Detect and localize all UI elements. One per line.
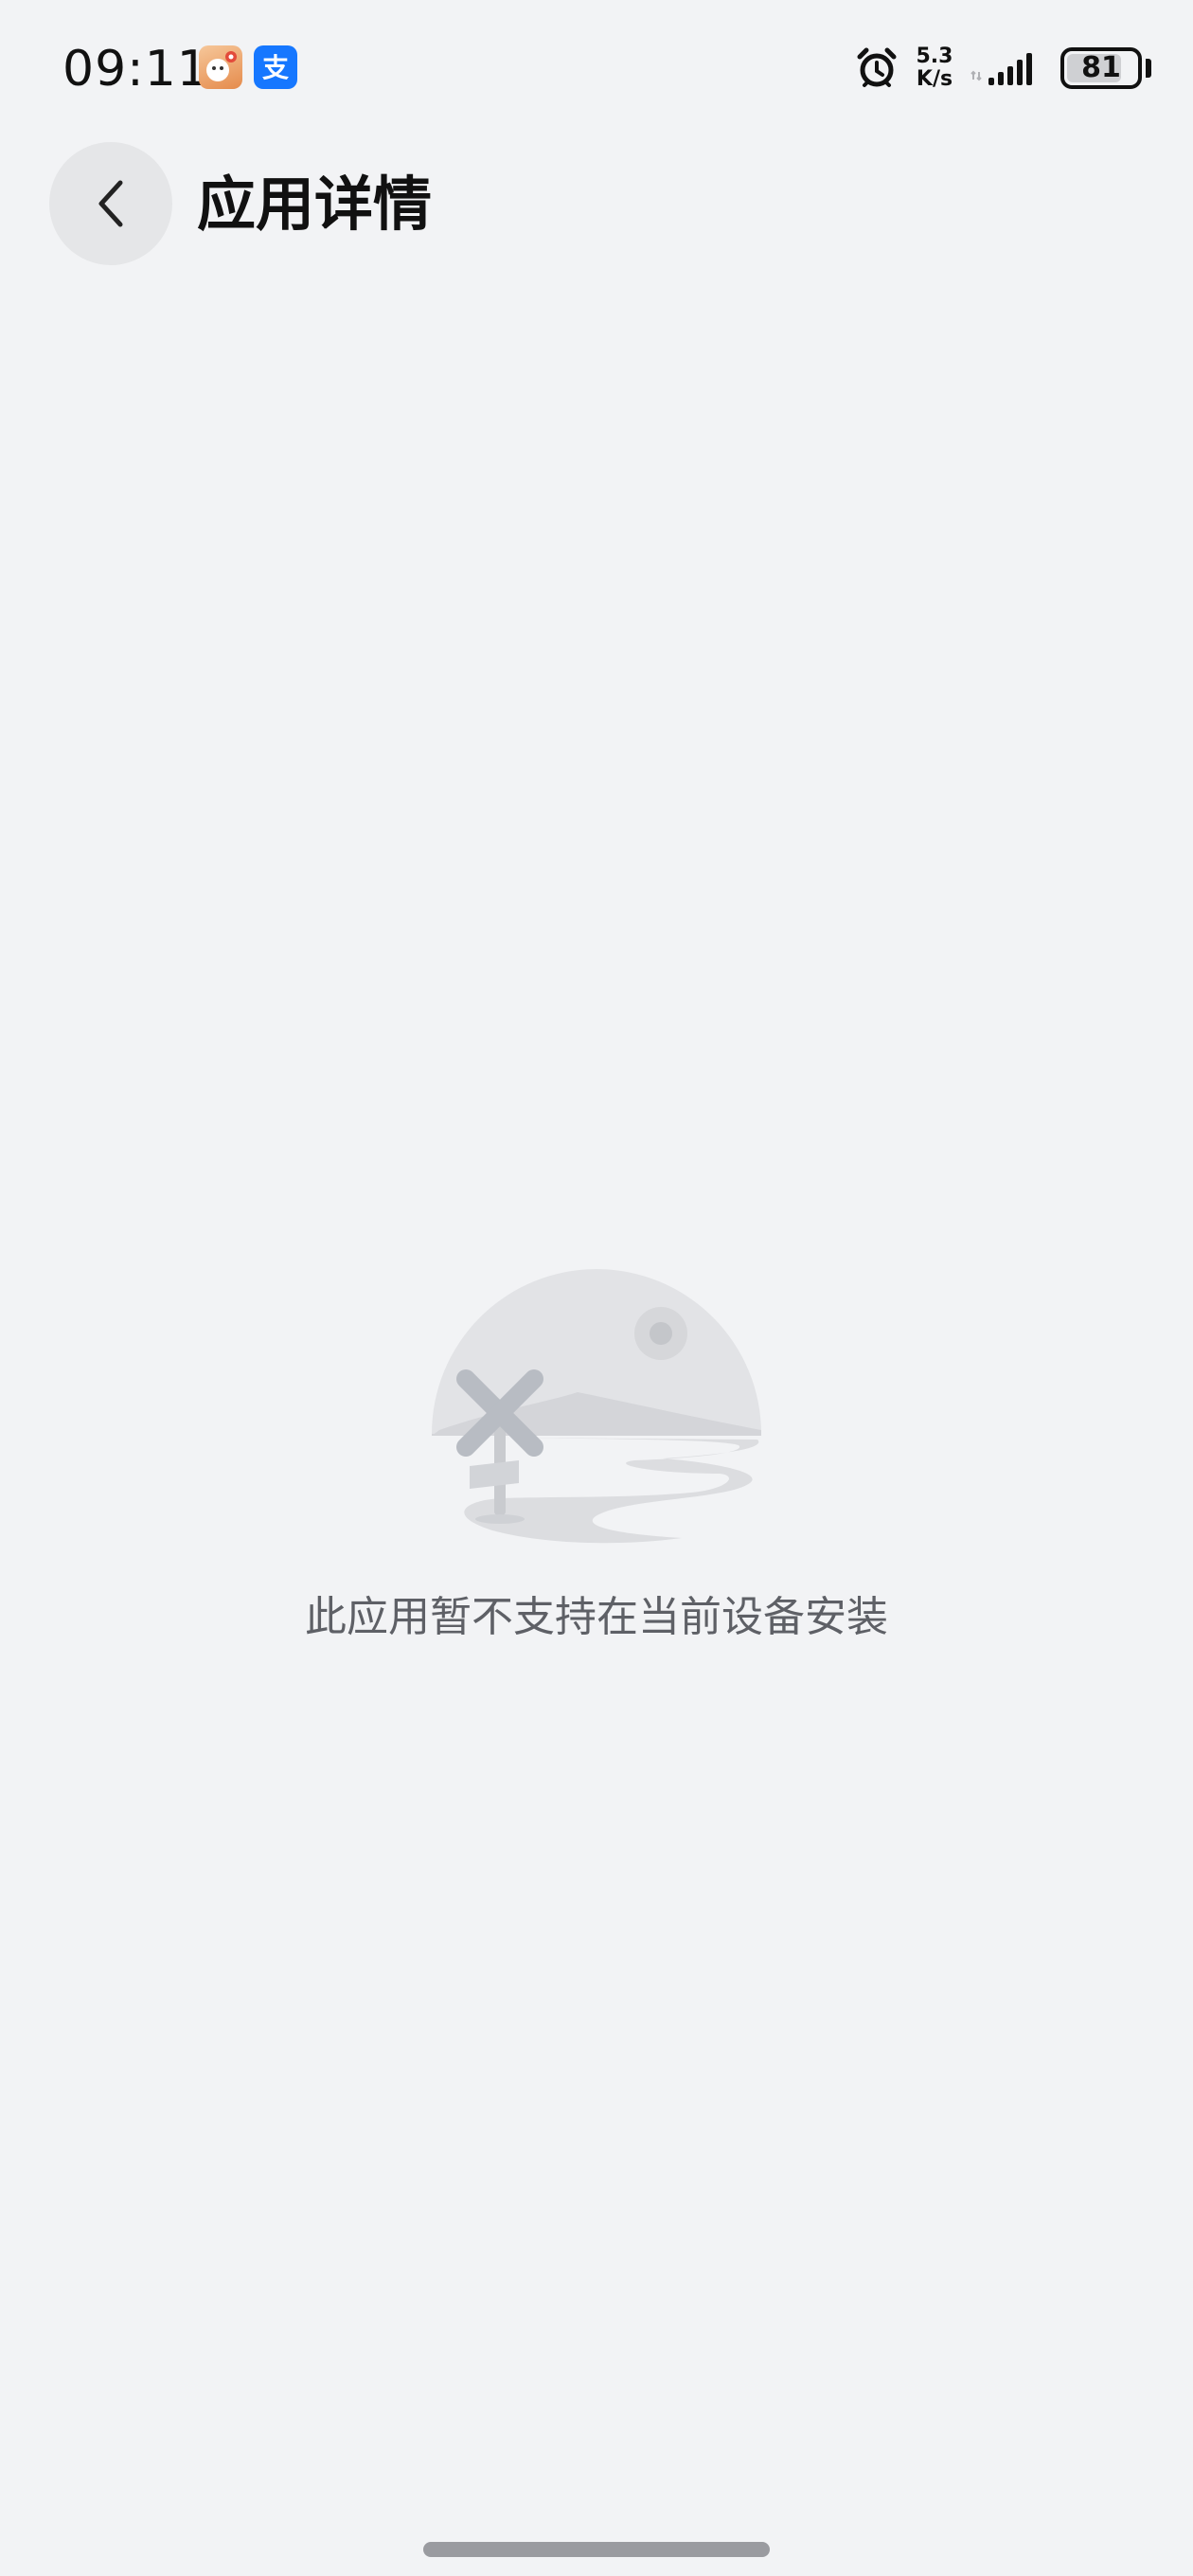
status-time: 09:11 [62,41,209,98]
alipay-glyph: 支 [262,52,289,83]
home-gesture-bar[interactable] [423,2542,770,2557]
battery-tip [1146,59,1151,78]
no-entry-landscape-icon [432,1269,761,1544]
status-bar: 09:11 支 5.3 K/s 81 [0,0,1193,142]
alipay-notification-icon: 支 [254,45,297,89]
page-title: 应用详情 [197,170,433,239]
empty-state-message: 此应用暂不支持在当前设备安装 [305,1593,888,1641]
battery-indicator: 81 [1060,47,1142,89]
status-right-group: 5.3 K/s 81 [795,0,1193,142]
app-notification-icon [199,45,242,89]
back-button[interactable] [49,142,172,265]
network-speed: 5.3 K/s [913,45,956,91]
network-speed-unit: K/s [916,67,953,91]
chevron-left-icon [98,180,123,227]
cellular-signal-icon [970,53,1032,85]
alarm-icon [857,47,897,87]
battery-level: 81 [1081,51,1121,84]
network-speed-value: 5.3 [916,45,953,68]
